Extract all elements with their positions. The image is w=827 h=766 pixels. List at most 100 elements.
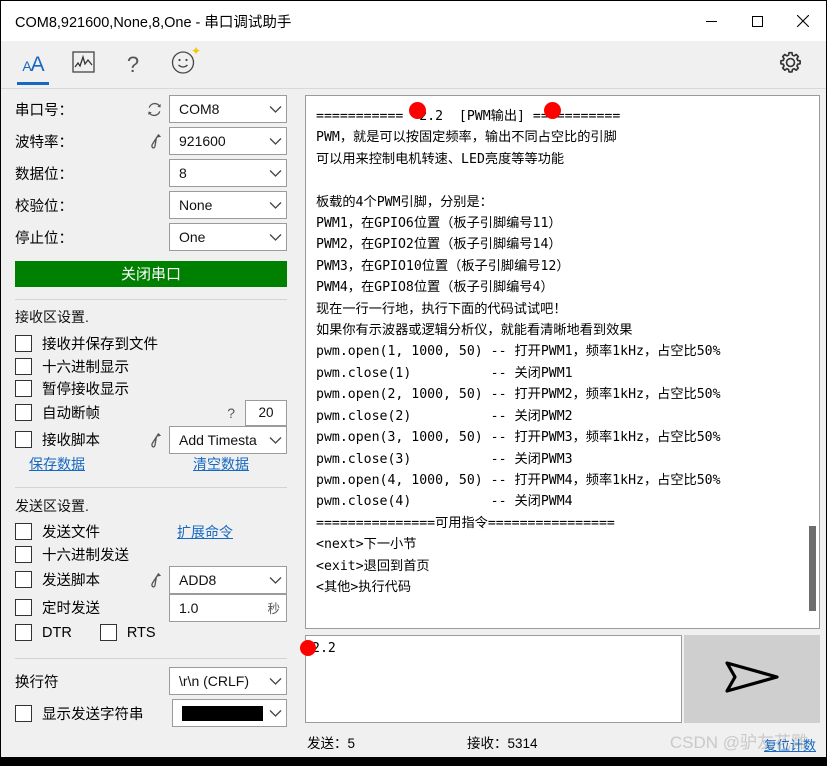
send-timed-label: 定时发送	[42, 597, 100, 618]
terminal-scrollbar[interactable]	[807, 97, 818, 627]
receive-save-to-file-checkbox[interactable]	[15, 335, 32, 352]
pen-icon[interactable]	[139, 431, 169, 449]
receive-hex-display-checkbox[interactable]	[15, 358, 32, 375]
rts-checkbox[interactable]	[100, 624, 117, 641]
color-swatch	[182, 706, 263, 721]
status-bar: 发送：5 接收：5314 CSDN @驴友花雕 复位计数	[1, 727, 826, 757]
send-button[interactable]	[684, 635, 820, 723]
serial-port-combo[interactable]: COM8	[169, 95, 287, 123]
receive-script-label: 接收脚本	[42, 429, 100, 450]
receive-pause-display-row[interactable]: 暂停接收显示	[15, 377, 287, 400]
clear-data-link[interactable]: 清空数据	[193, 454, 249, 474]
gear-icon	[778, 50, 803, 80]
show-send-string-checkbox[interactable]	[15, 705, 32, 722]
receive-hex-display-row[interactable]: 十六进制显示	[15, 355, 287, 378]
annotation-dot	[409, 102, 426, 119]
auto-frame-help-icon[interactable]: ?	[227, 405, 235, 421]
send-file-label: 发送文件	[42, 521, 100, 542]
send-string-color-combo[interactable]	[172, 699, 287, 727]
pen-icon[interactable]	[139, 132, 169, 150]
data-bits-combo[interactable]: 8	[169, 159, 287, 187]
chevron-down-icon	[267, 133, 282, 149]
chevron-down-icon	[267, 572, 282, 588]
parity-row: 校验位： None	[15, 191, 287, 219]
toolbar-settings-button[interactable]	[766, 43, 814, 87]
baud-rate-combo[interactable]: 921600	[169, 127, 287, 155]
stop-bits-row: 停止位： One	[15, 223, 287, 251]
annotation-dot	[300, 640, 316, 656]
send-file-row[interactable]: 发送文件 扩展命令	[15, 521, 287, 544]
save-data-link[interactable]: 保存数据	[29, 454, 85, 474]
divider	[15, 487, 287, 488]
send-file-checkbox[interactable]	[15, 523, 32, 540]
receive-pause-display-checkbox[interactable]	[15, 380, 32, 397]
reset-count-link[interactable]: 复位计数	[764, 735, 816, 754]
text-aa-icon: AA	[22, 53, 43, 77]
serial-debug-assistant-window: COM8,921600,None,8,One - 串口调试助手 AA	[0, 0, 827, 766]
pen-icon[interactable]	[139, 571, 169, 589]
maximize-button[interactable]	[734, 1, 780, 41]
send-script-combo[interactable]: ADD8	[169, 566, 287, 594]
close-button[interactable]	[780, 1, 826, 41]
receive-save-to-file-row[interactable]: 接收并保存到文件	[15, 332, 287, 355]
sent-count: 发送：5	[307, 732, 355, 752]
scrollbar-thumb[interactable]	[809, 526, 816, 611]
refresh-icon[interactable]	[139, 101, 169, 118]
toolbar-text-mode-button[interactable]: AA	[9, 43, 57, 87]
send-hex-row[interactable]: 十六进制发送	[15, 543, 287, 566]
chevron-down-icon	[267, 432, 282, 448]
send-script-value: ADD8	[179, 572, 267, 588]
dtr-label: DTR	[42, 625, 72, 641]
window-controls	[688, 1, 826, 41]
send-interval-input[interactable]: 1.0 秒	[169, 594, 287, 622]
extend-command-link[interactable]: 扩展命令	[177, 522, 233, 542]
linefeed-row: 换行符 \r\n (CRLF)	[15, 667, 287, 695]
dtr-checkbox[interactable]	[15, 624, 32, 641]
chevron-down-icon	[267, 101, 282, 117]
baud-rate-row: 波特率： 921600	[15, 127, 287, 155]
chevron-down-icon	[267, 229, 282, 245]
send-interval-unit: 秒	[267, 598, 282, 617]
toolbar-help-button[interactable]: ?	[109, 43, 157, 87]
chevron-down-icon	[267, 673, 282, 689]
linefeed-value: \r\n (CRLF)	[179, 673, 267, 689]
minimize-button[interactable]	[688, 1, 734, 41]
receive-script-combo[interactable]: Add Timesta	[169, 426, 287, 454]
receive-script-checkbox[interactable]	[15, 431, 32, 448]
toolbar-waveform-button[interactable]	[59, 43, 107, 87]
rts-label: RTS	[127, 625, 156, 641]
send-script-row[interactable]: 发送脚本 ADD8	[15, 566, 287, 594]
parity-value: None	[179, 197, 267, 213]
bottom-bar	[1, 757, 826, 765]
data-bits-value: 8	[179, 165, 267, 181]
serial-port-value: COM8	[179, 101, 267, 117]
send-hex-checkbox[interactable]	[15, 546, 32, 563]
terminal-panel: =========== 2.2 [PWM输出] =========== PWM，…	[299, 89, 826, 727]
send-hex-label: 十六进制发送	[42, 544, 129, 565]
sparkle-icon: ✦	[191, 45, 201, 57]
show-send-string-row[interactable]: 显示发送字符串	[15, 699, 287, 727]
receive-auto-frame-row[interactable]: 自动断帧 ? 20	[15, 400, 287, 426]
close-port-button[interactable]: 关闭串口	[15, 261, 287, 287]
stop-bits-value: One	[179, 229, 267, 245]
send-timed-row[interactable]: 定时发送 1.0 秒	[15, 594, 287, 622]
receive-script-row[interactable]: 接收脚本 Add Timesta	[15, 426, 287, 454]
divider	[15, 299, 287, 300]
chart-icon	[72, 51, 95, 78]
serial-port-row: 串口号： COM8	[15, 95, 287, 123]
receive-text-area[interactable]: =========== 2.2 [PWM输出] =========== PWM，…	[305, 95, 820, 629]
main-body: 串口号： COM8 波特率	[1, 89, 826, 727]
stop-bits-combo[interactable]: One	[169, 223, 287, 251]
chevron-down-icon	[267, 705, 282, 721]
parity-combo[interactable]: None	[169, 191, 287, 219]
data-bits-row: 数据位： 8	[15, 159, 287, 187]
toolbar-about-button[interactable]: ✦	[159, 43, 207, 87]
send-area: 2.2	[305, 635, 820, 723]
auto-frame-timeout-input[interactable]: 20	[245, 400, 287, 426]
send-text-input[interactable]: 2.2	[305, 635, 682, 723]
send-section-title: 发送区设置.	[15, 496, 287, 516]
send-timed-checkbox[interactable]	[15, 599, 32, 616]
receive-auto-frame-checkbox[interactable]	[15, 404, 32, 421]
send-script-checkbox[interactable]	[15, 571, 32, 588]
linefeed-combo[interactable]: \r\n (CRLF)	[169, 667, 287, 695]
